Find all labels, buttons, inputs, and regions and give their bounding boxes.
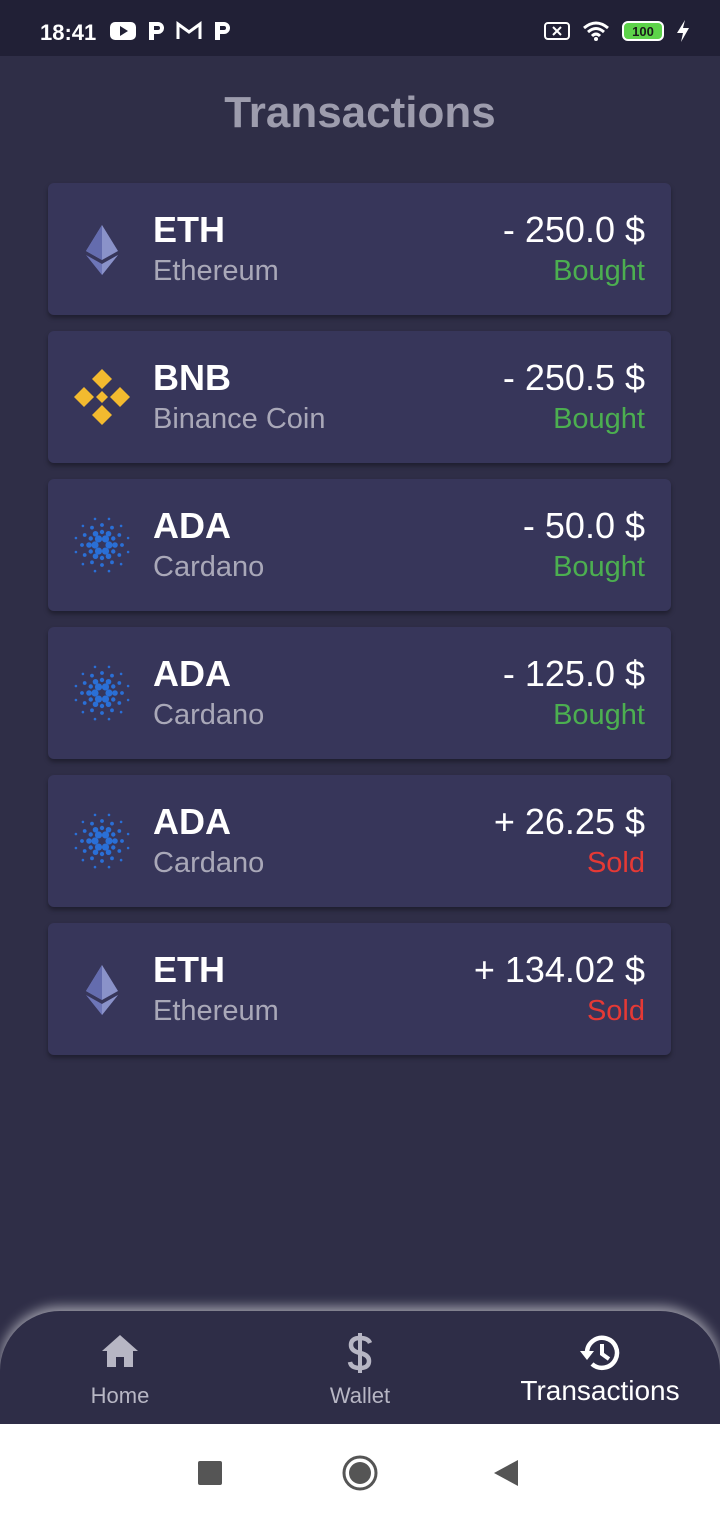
transaction-card[interactable]: ADA Cardano - 50.0 $ Bought (48, 479, 671, 611)
system-status-icons: 100 (544, 20, 690, 42)
transaction-status: Sold (586, 995, 645, 1027)
coin-name: Ethereum (153, 255, 279, 287)
cardano-icon (74, 517, 130, 573)
cardano-icon (74, 665, 130, 721)
transaction-status: Bought (553, 403, 645, 435)
home-icon (102, 1335, 138, 1367)
transaction-status: Sold (586, 847, 645, 879)
system-nav-bar (0, 1424, 720, 1520)
transaction-card[interactable]: ADA Cardano + 26.25 $ Sold (48, 775, 671, 907)
gmail-icon (176, 21, 202, 39)
coin-symbol: ADA (153, 801, 231, 842)
coin-symbol: ADA (153, 653, 231, 694)
transaction-card[interactable]: ADA Cardano - 125.0 $ Bought (48, 627, 671, 759)
p-app-icon (149, 22, 164, 40)
transaction-card[interactable]: BNB Binance Coin - 250.5 $ Bought (48, 331, 671, 463)
coin-symbol: ADA (153, 505, 231, 546)
transaction-status: Bought (553, 699, 645, 731)
coin-symbol: BNB (153, 357, 231, 398)
battery-icon: 100 (622, 21, 664, 41)
coin-name: Cardano (153, 551, 265, 583)
coin-symbol: ETH (153, 949, 225, 990)
coin-name: Binance Coin (153, 403, 326, 435)
notification-icons (110, 20, 232, 42)
nav-transactions-label: Transactions (520, 1375, 680, 1406)
ethereum-icon (86, 965, 118, 1015)
status-time: 18:41 (40, 20, 97, 45)
transaction-amount: + 26.25 $ (493, 801, 645, 842)
wifi-icon (583, 21, 609, 41)
nav-transactions[interactable]: Transactions (480, 1311, 720, 1424)
coin-name: Ethereum (153, 995, 279, 1027)
nav-home[interactable]: Home (0, 1311, 240, 1424)
transaction-amount: - 250.0 $ (502, 209, 645, 250)
nav-wallet-label: Wallet (329, 1383, 391, 1408)
transaction-amount: - 125.0 $ (502, 653, 645, 694)
bottom-nav: Home Wallet Transactions (0, 1311, 720, 1424)
cardano-icon (74, 813, 130, 869)
transaction-card[interactable]: ETH Ethereum - 250.0 $ Bought (48, 183, 671, 315)
p-app-icon (215, 22, 230, 40)
home-circle-icon[interactable] (340, 1453, 380, 1493)
coin-symbol: ETH (153, 209, 225, 250)
dollar-icon (347, 1333, 373, 1373)
nav-wallet[interactable]: Wallet (240, 1311, 480, 1424)
transaction-card[interactable]: ETH Ethereum + 134.02 $ Sold (48, 923, 671, 1055)
coin-name: Cardano (153, 699, 265, 731)
ethereum-icon (86, 225, 118, 275)
back-triangle-icon[interactable] (494, 1460, 518, 1486)
binance-icon (74, 369, 130, 425)
transaction-status: Bought (553, 551, 645, 583)
page-title: Transactions (224, 88, 496, 137)
transaction-amount: - 250.5 $ (502, 357, 645, 398)
status-bar: 18:41 100 (0, 0, 720, 56)
coin-name: Cardano (153, 847, 265, 879)
charging-icon (677, 20, 689, 42)
transaction-list: ETH Ethereum - 250.0 $ Bought BNB Binanc… (48, 183, 671, 1071)
sim-off-icon (544, 22, 570, 40)
transaction-amount: + 134.02 $ (473, 949, 645, 990)
nav-home-label: Home (90, 1383, 150, 1408)
recents-square-icon[interactable] (198, 1461, 222, 1485)
transaction-status: Bought (553, 255, 645, 287)
transaction-amount: - 50.0 $ (522, 505, 645, 546)
history-icon (580, 1335, 620, 1370)
youtube-icon (110, 22, 136, 40)
